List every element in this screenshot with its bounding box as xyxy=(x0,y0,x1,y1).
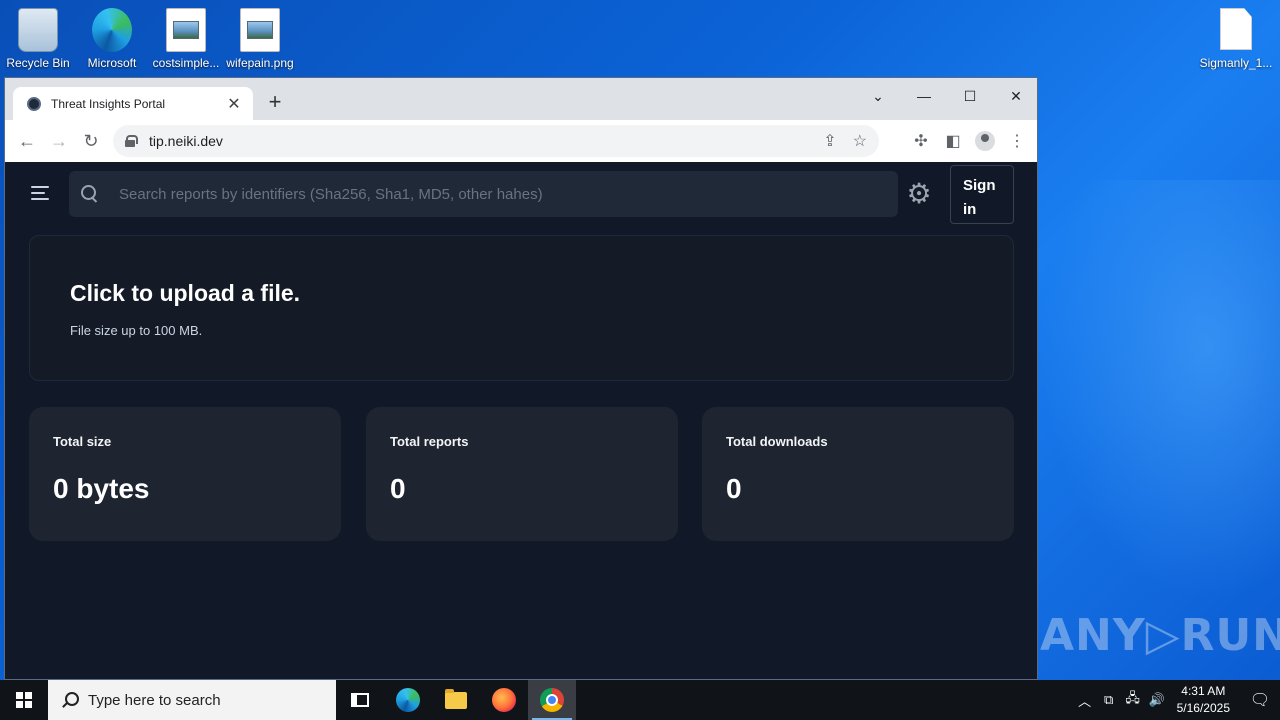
address-bar[interactable]: tip.neiki.dev ⇪ ☆ xyxy=(113,125,879,157)
browser-window: Threat Insights Portal ✕ + ⌄ — ☐ ✕ ← → ↻… xyxy=(4,77,1038,680)
network-icon[interactable]: 🖧 xyxy=(1121,689,1145,711)
notification-icon[interactable]: 🗨 xyxy=(1240,690,1280,710)
taskbar-firefox[interactable] xyxy=(480,680,528,720)
toolbar-actions: ✣ ◧ ⋮ xyxy=(905,125,1033,157)
reload-button[interactable]: ↻ xyxy=(75,125,107,157)
start-button[interactable] xyxy=(0,680,48,720)
profile-button[interactable] xyxy=(969,125,1001,157)
search-icon xyxy=(62,692,79,708)
firefox-icon xyxy=(492,688,516,712)
avatar-icon xyxy=(975,131,995,151)
image-file-icon xyxy=(166,8,206,52)
clock-date: 5/16/2025 xyxy=(1176,701,1230,715)
forward-button[interactable]: → xyxy=(43,125,75,157)
new-tab-button[interactable]: + xyxy=(263,90,287,114)
file-upload-dropzone[interactable]: Click to upload a file. File size up to … xyxy=(29,235,1014,381)
taskbar-search-box[interactable]: Type here to search xyxy=(48,680,336,720)
blank-file-icon xyxy=(1216,8,1256,52)
browser-toolbar: ← → ↻ tip.neiki.dev ⇪ ☆ ✣ ◧ ⋮ xyxy=(5,120,1037,162)
taskbar-chrome[interactable] xyxy=(528,680,576,720)
chevron-up-icon[interactable]: ︿ xyxy=(1073,691,1097,710)
desktop-wallpaper-glow xyxy=(1040,180,1280,600)
share-icon[interactable]: ⇪ xyxy=(823,131,836,151)
edge-icon xyxy=(92,8,132,52)
tab-title: Threat Insights Portal xyxy=(51,96,166,111)
browser-tab[interactable]: Threat Insights Portal ✕ xyxy=(13,87,253,120)
settings-gear-icon[interactable]: ⚙ xyxy=(905,180,933,208)
volume-icon[interactable]: 🔊 xyxy=(1145,692,1169,708)
stat-card-total-downloads: Total downloads 0 xyxy=(702,407,1014,541)
browser-menu-icon[interactable]: ⋮ xyxy=(1001,125,1033,157)
tab-close-icon[interactable]: ✕ xyxy=(225,94,243,114)
desktop-icon-label: Microsoft xyxy=(87,56,137,70)
folder-icon xyxy=(445,688,467,709)
window-controls: ⌄ — ☐ ✕ xyxy=(855,82,1037,110)
stat-label: Total downloads xyxy=(726,434,828,449)
stat-value: 0 bytes xyxy=(53,473,150,504)
desktop-icon-costsimple[interactable]: costsimple... xyxy=(148,2,224,70)
upload-size-limit: File size up to 100 MB. xyxy=(70,323,203,338)
sign-in-button[interactable]: Sign in xyxy=(950,165,1014,224)
report-search-bar[interactable] xyxy=(69,171,898,217)
taskbar-edge[interactable] xyxy=(384,680,432,720)
desktop-icon-wifepain[interactable]: wifepain.png xyxy=(222,2,298,70)
task-view-icon xyxy=(351,693,369,707)
system-tray: ︿ ⧉ 🖧 🔊 4:31 AM 5/16/2025 🗨 xyxy=(1073,680,1280,720)
page-content: ⚙ Sign in Click to upload a file. File s… xyxy=(5,162,1037,679)
chrome-icon xyxy=(540,688,564,712)
stat-label: Total size xyxy=(53,434,112,449)
taskbar-file-explorer[interactable] xyxy=(432,680,480,720)
stat-label: Total reports xyxy=(390,434,469,449)
desktop-icon-microsoft-edge[interactable]: Microsoft xyxy=(74,2,150,70)
stat-card-total-reports: Total reports 0 xyxy=(366,407,678,541)
side-panel-icon[interactable]: ◧ xyxy=(937,125,969,157)
taskbar-search-placeholder: Type here to search xyxy=(88,691,221,709)
windows-taskbar: Type here to search ︿ ⧉ 🖧 🔊 4:31 AM 5/16… xyxy=(0,680,1280,720)
close-window-button[interactable]: ✕ xyxy=(993,82,1037,110)
clock-time: 4:31 AM xyxy=(1181,684,1226,698)
extensions-puzzle-icon[interactable]: ✣ xyxy=(905,125,937,157)
image-file-icon xyxy=(240,8,280,52)
recycle-bin-icon xyxy=(18,8,58,52)
stat-value: 0 xyxy=(390,473,406,504)
bookmark-star-icon[interactable]: ☆ xyxy=(853,131,867,151)
upload-title: Click to upload a file. xyxy=(70,280,301,306)
stat-card-total-size: Total size 0 bytes xyxy=(29,407,341,541)
desktop-icon-sigmanly[interactable]: Sigmanly_1... xyxy=(1198,2,1274,70)
back-button[interactable]: ← xyxy=(11,125,43,157)
browser-titlebar: Threat Insights Portal ✕ + ⌄ — ☐ ✕ xyxy=(5,78,1037,120)
menu-hamburger-icon[interactable] xyxy=(31,186,49,204)
task-view-button[interactable] xyxy=(336,680,384,720)
desktop-icon-label: wifepain.png xyxy=(226,56,294,70)
search-icon xyxy=(81,185,99,203)
lock-icon[interactable] xyxy=(125,135,138,147)
anyrun-watermark: ANY▷RUN xyxy=(1040,610,1280,661)
minimize-button[interactable]: — xyxy=(901,82,947,110)
site-favicon-icon xyxy=(27,96,41,111)
url-text[interactable]: tip.neiki.dev xyxy=(149,133,807,149)
desktop-icon-recycle-bin[interactable]: Recycle Bin xyxy=(0,2,76,70)
windows-logo-icon xyxy=(16,692,32,708)
desktop-icon-label: Sigmanly_1... xyxy=(1199,56,1273,70)
stat-value: 0 xyxy=(726,473,742,504)
desktop-icon-label: Recycle Bin xyxy=(6,56,70,70)
clock[interactable]: 4:31 AM 5/16/2025 xyxy=(1177,683,1230,717)
maximize-button[interactable]: ☐ xyxy=(947,82,993,110)
device-icon[interactable]: ⧉ xyxy=(1097,692,1121,708)
desktop-icon-label: costsimple... xyxy=(152,56,220,70)
tab-search-chevron-icon[interactable]: ⌄ xyxy=(855,82,901,110)
edge-icon xyxy=(396,688,420,712)
report-search-input[interactable] xyxy=(119,185,898,203)
